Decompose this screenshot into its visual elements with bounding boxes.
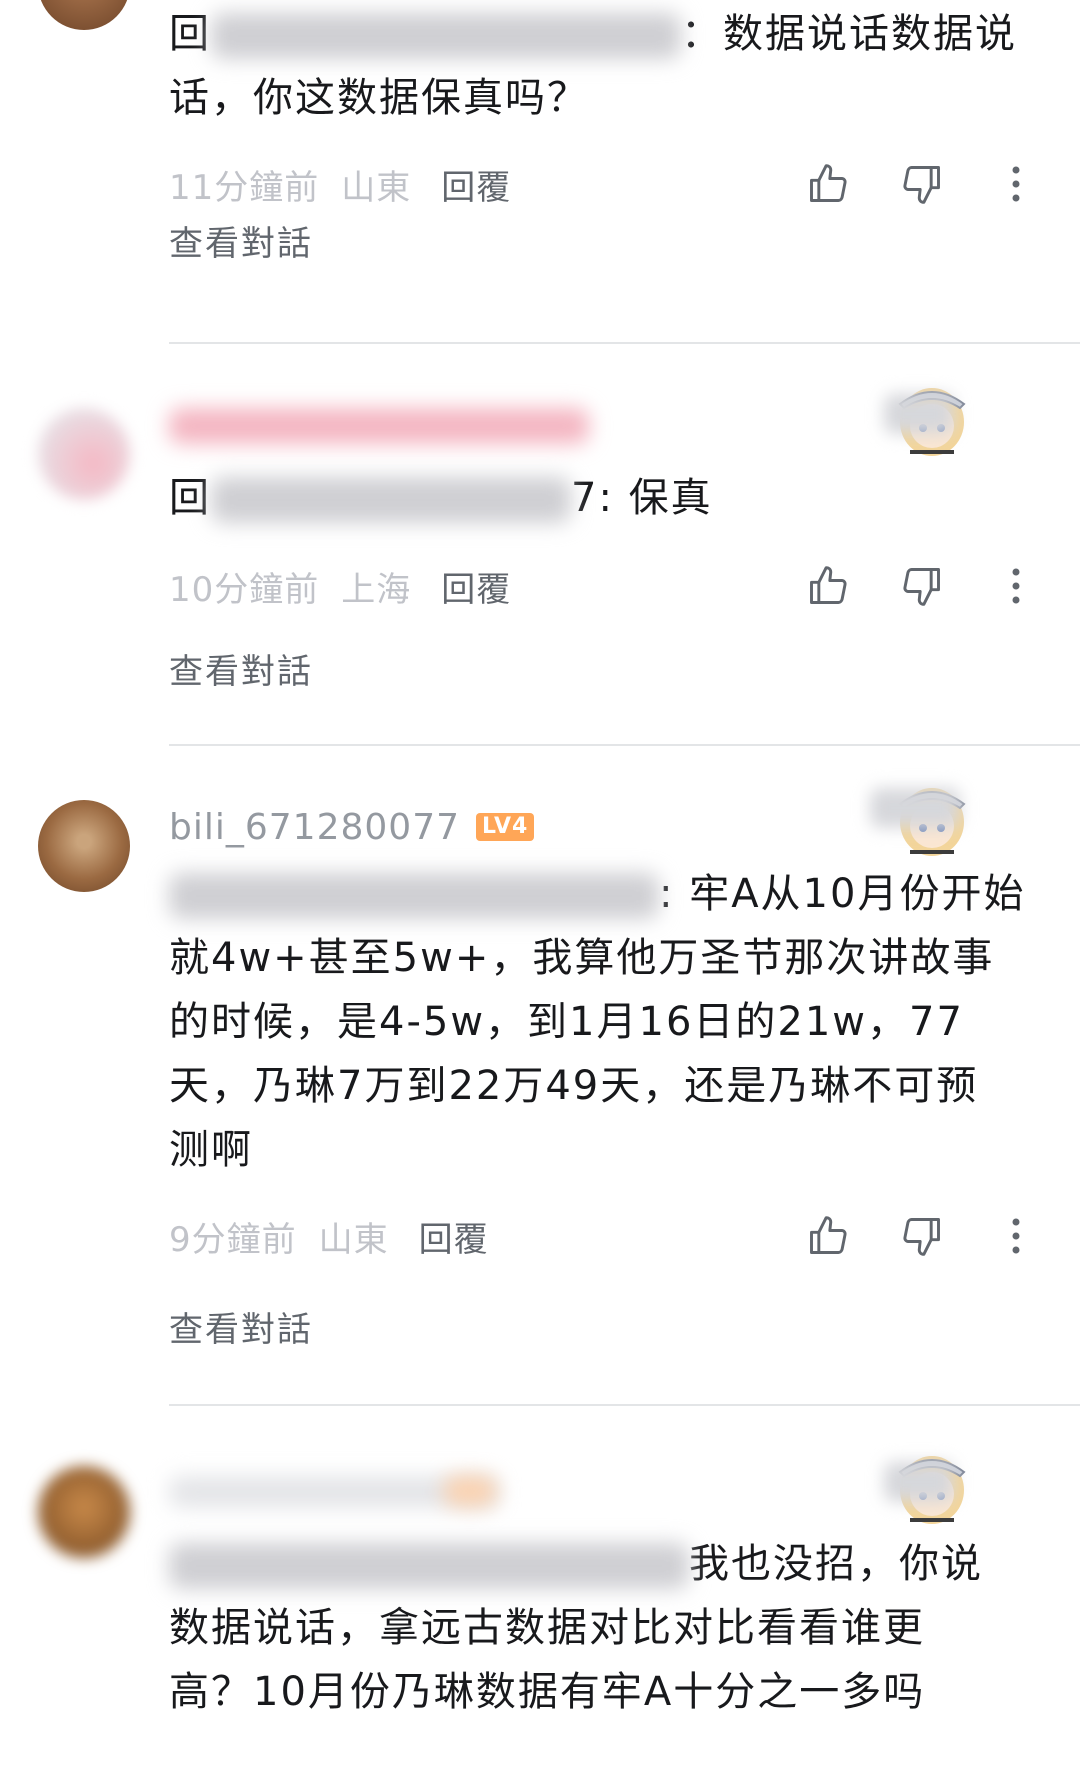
comment-body-line2: 话，你这数据保真吗？ — [169, 75, 589, 121]
redacted-fan-badge — [870, 788, 960, 828]
location: 山東 — [318, 1219, 389, 1260]
comment-text: 回 ：数据说话数据说 话，你这数据保真吗？ — [169, 2, 1040, 130]
thumbs-up-icon[interactable] — [804, 562, 852, 610]
comment-body-line2: 就4w+甚至5w+，我算他万圣节那次讲故事 — [169, 935, 995, 981]
comment-body-line2: 数据说话，拿远古数据对比对比看看谁更 — [169, 1605, 925, 1651]
avatar[interactable] — [38, 800, 130, 892]
location: 上海 — [341, 569, 412, 610]
view-dialog-link[interactable]: 查看對話 — [169, 644, 313, 693]
comment-body: 我也没招，你说 — [689, 1541, 983, 1587]
reply-button[interactable]: 回覆 — [441, 562, 511, 611]
more-vertical-icon[interactable] — [992, 160, 1040, 208]
comment-text: : 牢A从10月份开始 就4w+甚至5w+，我算他万圣节那次讲故事 的时候，是4… — [169, 862, 1040, 1182]
reply-prefix: 回 — [169, 11, 211, 57]
comment-body-line5: 测啊 — [169, 1127, 253, 1173]
comment-body-line3: 高？10月份乃琳数据有牢A十分之一多吗 — [169, 1669, 926, 1715]
divider — [169, 1404, 1080, 1406]
reply-prefix: 回 — [169, 475, 211, 521]
thumbs-up-icon[interactable] — [804, 1212, 852, 1260]
redacted-username — [211, 13, 681, 59]
comment-body: ：数据说话数据说 — [681, 11, 1017, 57]
timestamp: 11分鐘前 — [169, 167, 320, 208]
thumbs-up-icon[interactable] — [804, 160, 852, 208]
thumbs-down-icon[interactable] — [898, 1212, 946, 1260]
view-dialog-link[interactable]: 查看對話 — [169, 1302, 313, 1351]
comment-text: 回 7: 保真 — [169, 466, 1040, 530]
avatar[interactable] — [38, 408, 130, 500]
divider — [169, 342, 1080, 344]
comment-body: 7: 保真 — [571, 475, 713, 521]
username[interactable]: bili_671280077 — [169, 807, 460, 848]
avatar[interactable] — [38, 0, 130, 30]
comment-body-line4: 天，乃琳7万到22万49天，还是乃琳不可预 — [169, 1063, 979, 1109]
more-vertical-icon[interactable] — [992, 562, 1040, 610]
location: 山東 — [341, 167, 412, 208]
redacted-username — [211, 477, 571, 523]
reply-button[interactable]: 回覆 — [419, 1212, 489, 1261]
more-vertical-icon[interactable] — [992, 1212, 1040, 1260]
avatar[interactable] — [38, 1466, 130, 1558]
redacted-fan-badge — [884, 394, 954, 434]
redacted-reply-target — [169, 1543, 689, 1589]
view-dialog-link[interactable]: 查看對話 — [169, 216, 313, 265]
level-badge: LV4 — [476, 813, 535, 841]
divider — [169, 744, 1080, 746]
redacted-reply-target — [169, 873, 659, 919]
comment-body: : 牢A从10月份开始 — [659, 871, 1026, 917]
redacted-username — [169, 408, 589, 444]
timestamp: 9分鐘前 — [169, 1219, 297, 1260]
thumbs-down-icon[interactable] — [898, 160, 946, 208]
redacted-fan-badge — [884, 1462, 954, 1502]
timestamp: 10分鐘前 — [169, 569, 320, 610]
reply-button[interactable]: 回覆 — [441, 160, 511, 209]
comment-text: 我也没招，你说 数据说话，拿远古数据对比对比看看谁更 高？10月份乃琳数据有牢A… — [169, 1532, 1040, 1724]
thumbs-down-icon[interactable] — [898, 562, 946, 610]
redacted-level-badge — [444, 1476, 496, 1506]
comment-body-line3: 的时候，是4-5w，到1月16日的21w，77 — [169, 999, 964, 1045]
